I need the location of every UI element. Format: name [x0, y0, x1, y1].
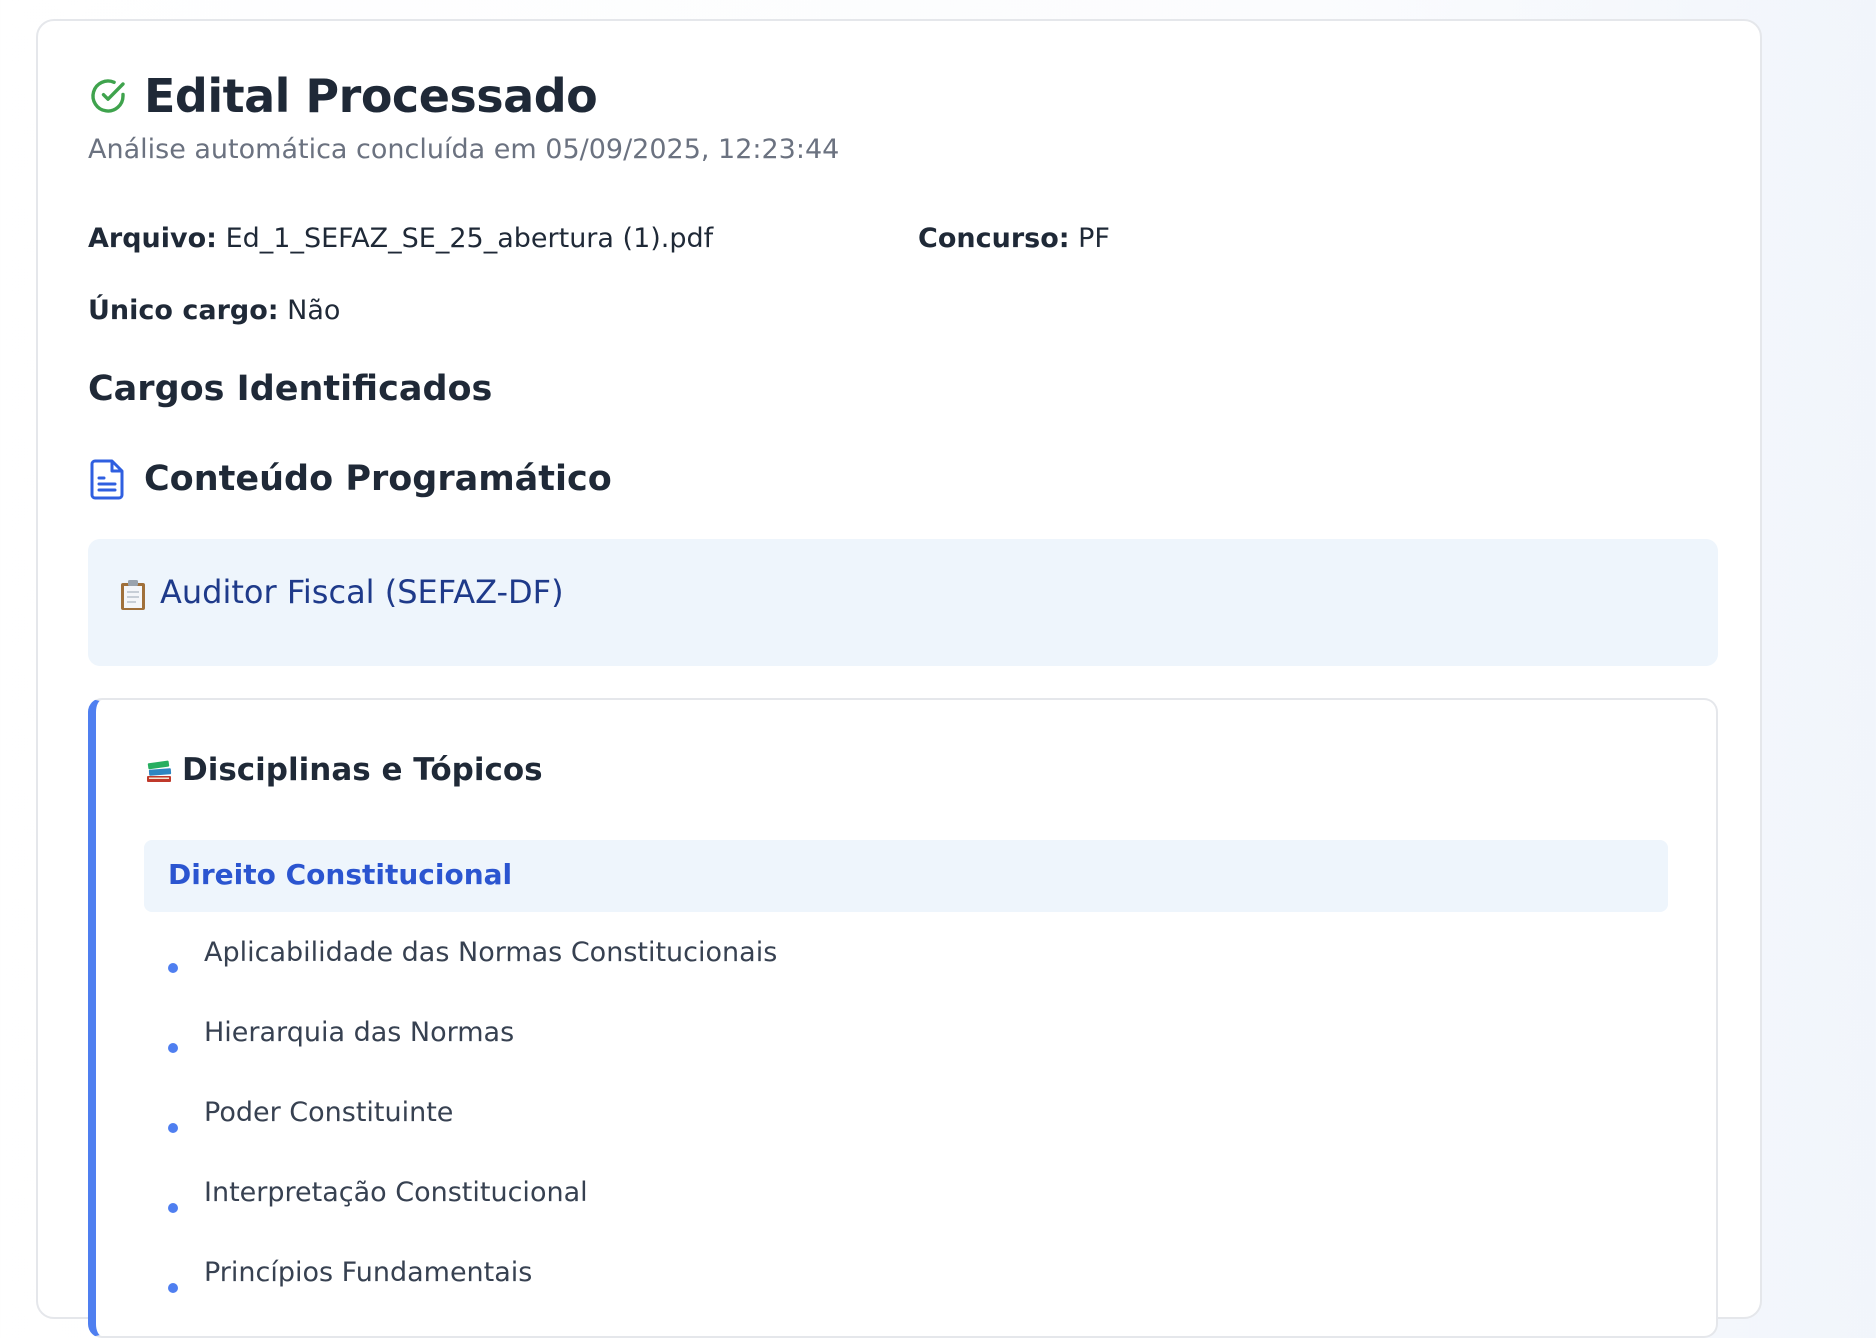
arquivo-field: Arquivo: Ed_1_SEFAZ_SE_25_abertura (1).p…	[88, 223, 713, 254]
unico-cargo-label: Único cargo:	[88, 295, 279, 326]
bullet-icon	[168, 1203, 178, 1213]
bullet-icon	[168, 1283, 178, 1293]
document-icon	[90, 459, 124, 500]
subject-row-direito-constitucional[interactable]: Direito Constitucional	[144, 840, 1668, 912]
conteudo-header: Conteúdo Programático	[88, 457, 612, 501]
topic-label: Hierarquia das Normas	[204, 1017, 515, 1048]
disciplinas-header: Disciplinas e Tópicos	[144, 752, 543, 788]
bullet-icon	[168, 1123, 178, 1133]
subject-label: Direito Constitucional	[168, 858, 513, 891]
topic-label: Princípios Fundamentais	[204, 1257, 533, 1288]
arquivo-value: Ed_1_SEFAZ_SE_25_abertura (1).pdf	[225, 223, 714, 254]
topic-label: Interpretação Constitucional	[204, 1177, 588, 1208]
arquivo-label: Arquivo:	[88, 223, 217, 254]
unico-cargo-field: Único cargo: Não	[88, 295, 340, 326]
topic-label: Aplicabilidade das Normas Constitucionai…	[204, 937, 778, 968]
cargo-panel[interactable]: Auditor Fiscal (SEFAZ-DF)	[88, 539, 1718, 666]
concurso-label: Concurso:	[918, 223, 1070, 254]
page-title: Edital Processado	[144, 69, 598, 123]
analysis-timestamp: Análise automática concluída em 05/09/20…	[88, 134, 840, 165]
bullet-icon	[168, 1043, 178, 1053]
disciplinas-panel: Disciplinas e Tópicos Direito Constituci…	[88, 698, 1718, 1338]
page-header: Edital Processado	[88, 69, 598, 123]
concurso-value: PF	[1078, 223, 1110, 254]
clipboard-icon	[121, 580, 145, 610]
disciplinas-title: Disciplinas e Tópicos	[182, 752, 543, 788]
cargo-title: Auditor Fiscal (SEFAZ-DF)	[160, 573, 564, 611]
bullet-icon	[168, 963, 178, 973]
books-icon	[147, 760, 172, 782]
conteudo-section-title: Conteúdo Programático	[144, 459, 612, 499]
unico-cargo-value: Não	[287, 295, 341, 326]
concurso-field: Concurso: PF	[918, 223, 1110, 254]
topic-label: Poder Constituinte	[204, 1097, 454, 1128]
edital-card: Edital Processado Análise automática con…	[36, 19, 1762, 1338]
check-circle-icon	[91, 79, 125, 113]
cargos-section-title: Cargos Identificados	[88, 369, 493, 409]
